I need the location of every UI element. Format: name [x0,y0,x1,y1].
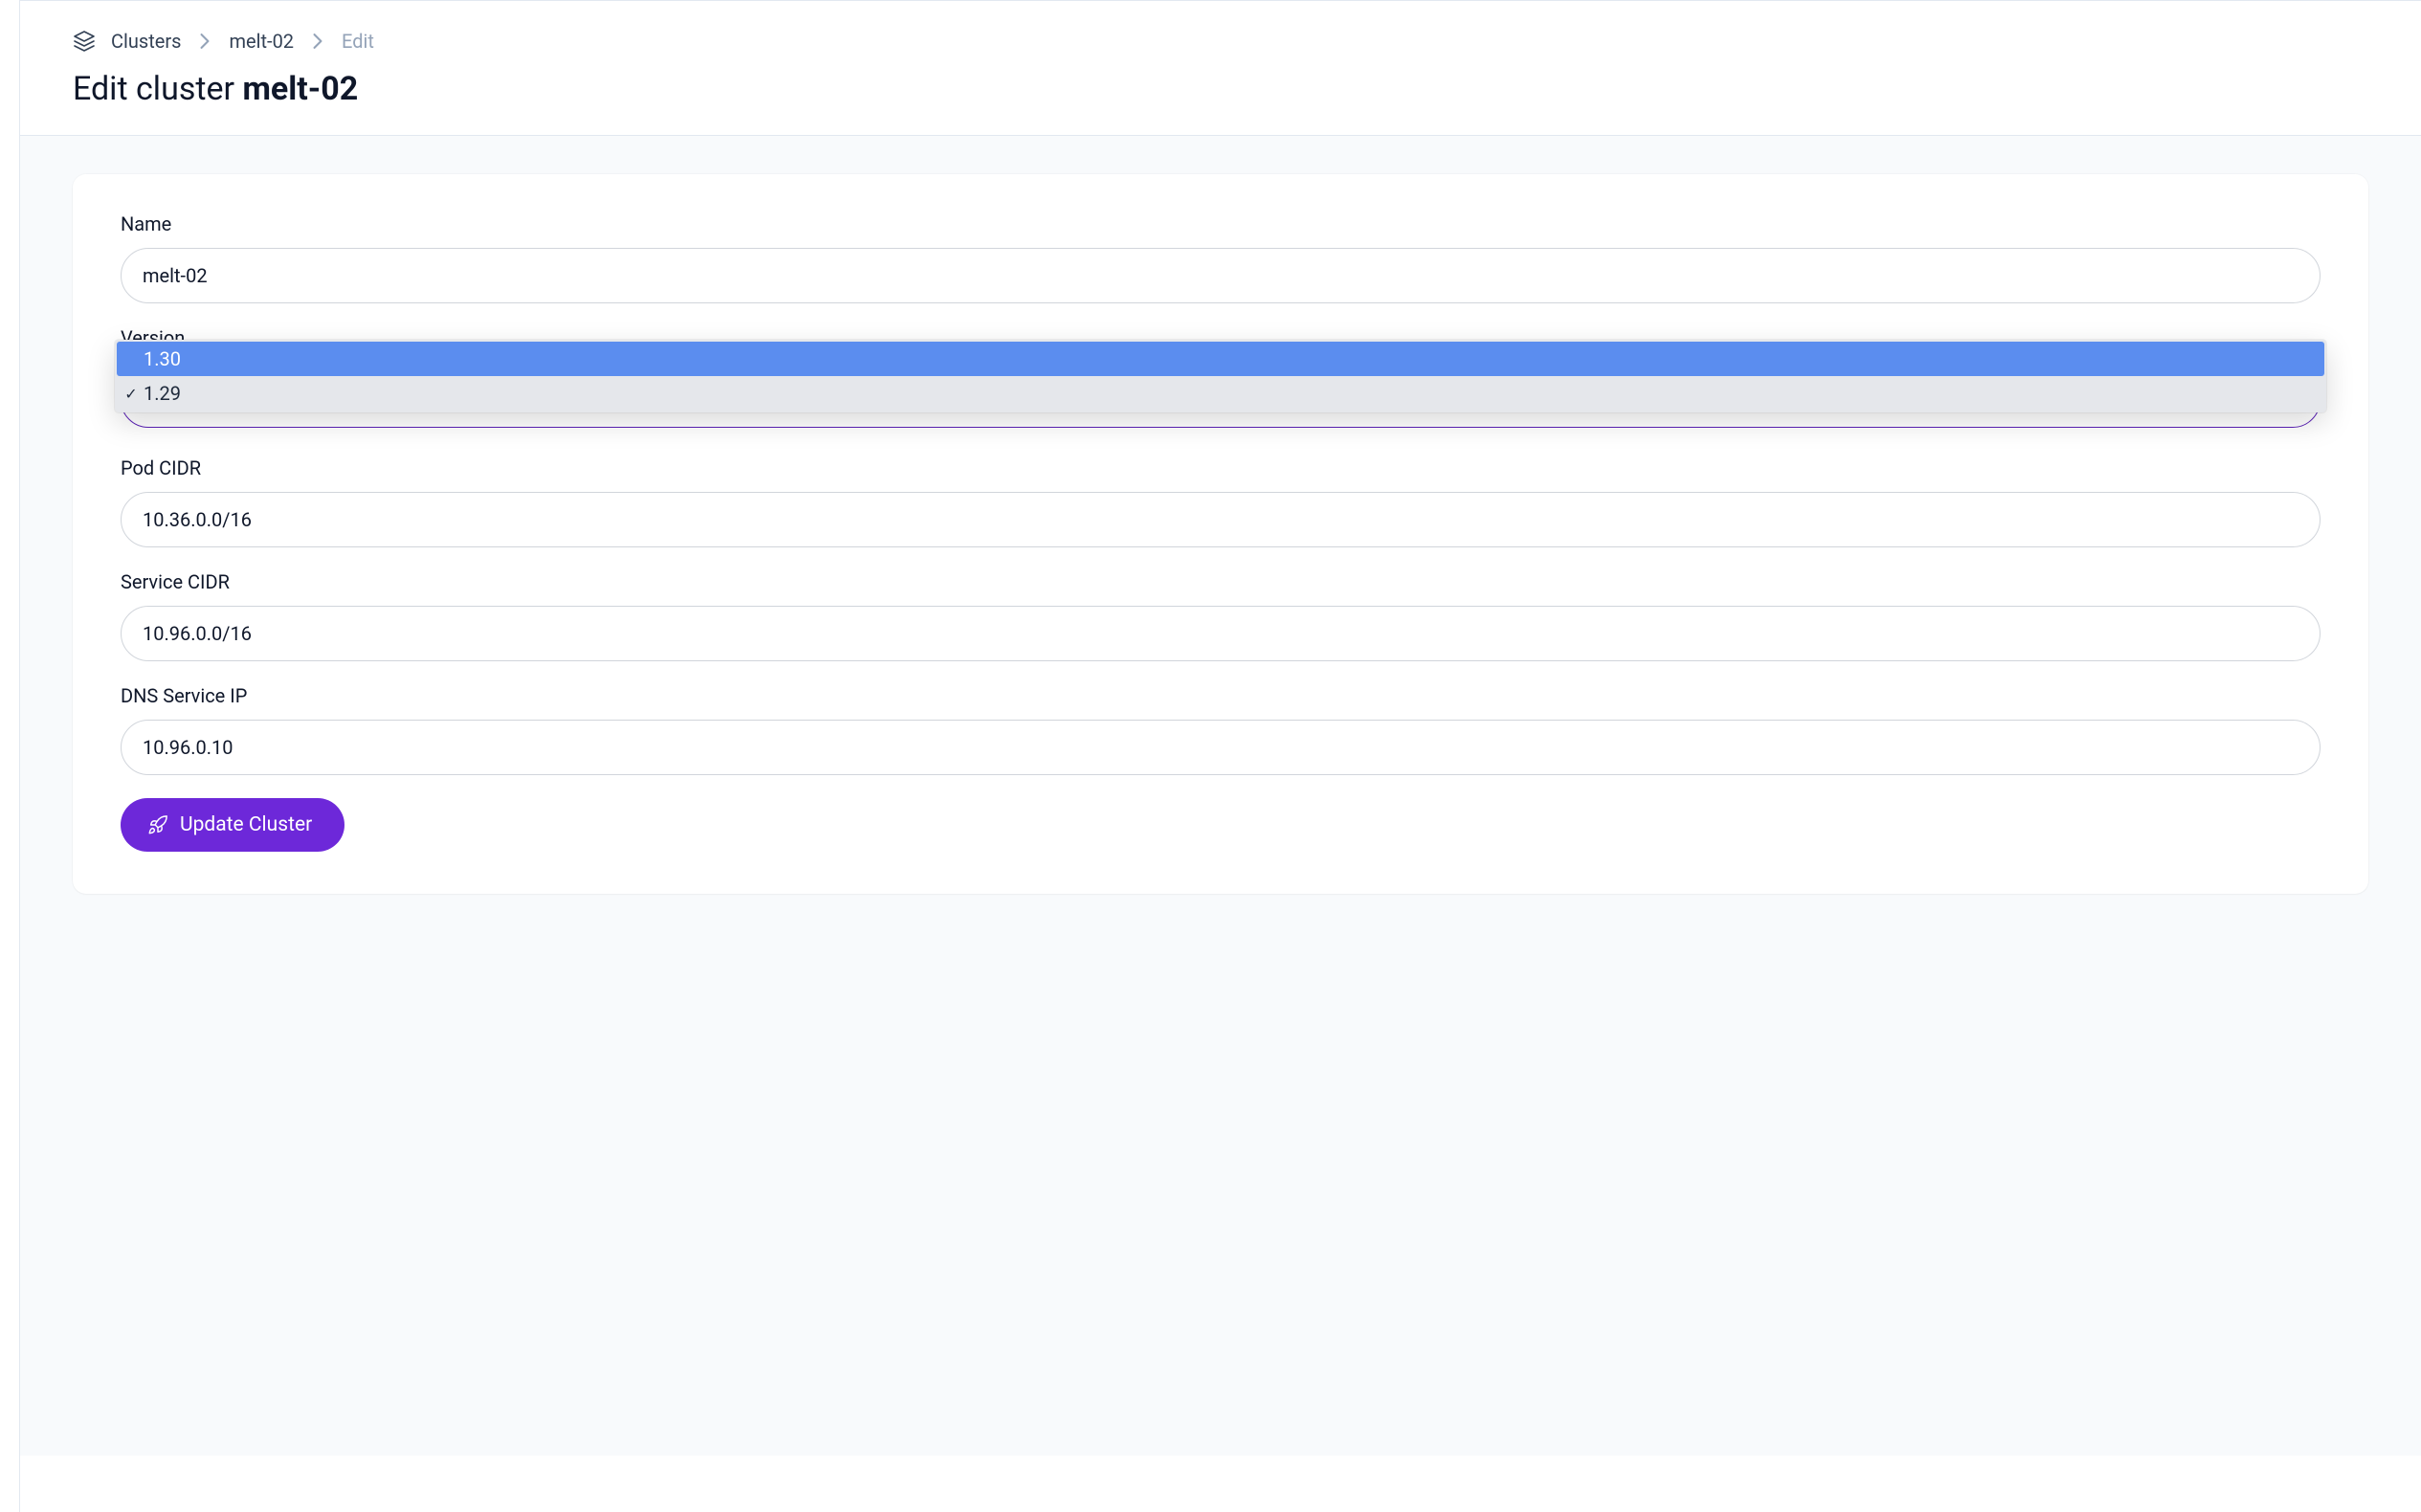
pod-cidr-input[interactable] [121,492,2321,547]
dns-service-ip-label: DNS Service IP [121,684,2321,707]
version-option-1-30[interactable]: ✓ 1.30 [117,342,2324,376]
service-cidr-input[interactable] [121,606,2321,661]
version-dropdown-panel: ✓ 1.30 ✓ 1.29 [115,340,2326,412]
edit-cluster-form-card: Name Version ✓ 1.30 ✓ 1.29 [73,174,2368,894]
rocket-icon [147,814,168,835]
check-icon: ✓ [122,385,140,403]
breadcrumb-clusters[interactable]: Clusters [111,30,181,53]
breadcrumb-cluster-name[interactable]: melt-02 [229,30,294,53]
service-cidr-label: Service CIDR [121,570,2321,593]
version-option-label: 1.29 [144,382,181,405]
update-cluster-button-label: Update Cluster [180,813,312,836]
breadcrumb-current: Edit [342,30,374,53]
form-group-version: Version ✓ 1.30 ✓ 1.29 [121,326,2321,434]
chevron-right-icon [196,33,213,50]
form-group-name: Name [121,212,2321,303]
form-group-service-cidr: Service CIDR [121,570,2321,661]
dns-service-ip-input[interactable] [121,720,2321,775]
name-input[interactable] [121,248,2321,303]
form-group-dns-service-ip: DNS Service IP [121,684,2321,775]
update-cluster-button[interactable]: Update Cluster [121,798,344,852]
page-title: Edit cluster melt-02 [73,70,2368,108]
layers-icon [73,30,96,53]
page-title-name: melt-02 [242,70,358,108]
pod-cidr-label: Pod CIDR [121,456,2321,479]
page-title-prefix: Edit cluster [73,70,242,108]
form-group-pod-cidr: Pod CIDR [121,456,2321,547]
page-header: Clusters melt-02 Edit Edit cluster melt-… [20,1,2421,135]
chevron-right-icon [309,33,326,50]
breadcrumb: Clusters melt-02 Edit [73,30,2368,53]
version-option-label: 1.30 [144,347,181,370]
name-label: Name [121,212,2321,235]
content-region: Name Version ✓ 1.30 ✓ 1.29 [20,135,2421,1456]
version-option-1-29[interactable]: ✓ 1.29 [117,376,2324,411]
